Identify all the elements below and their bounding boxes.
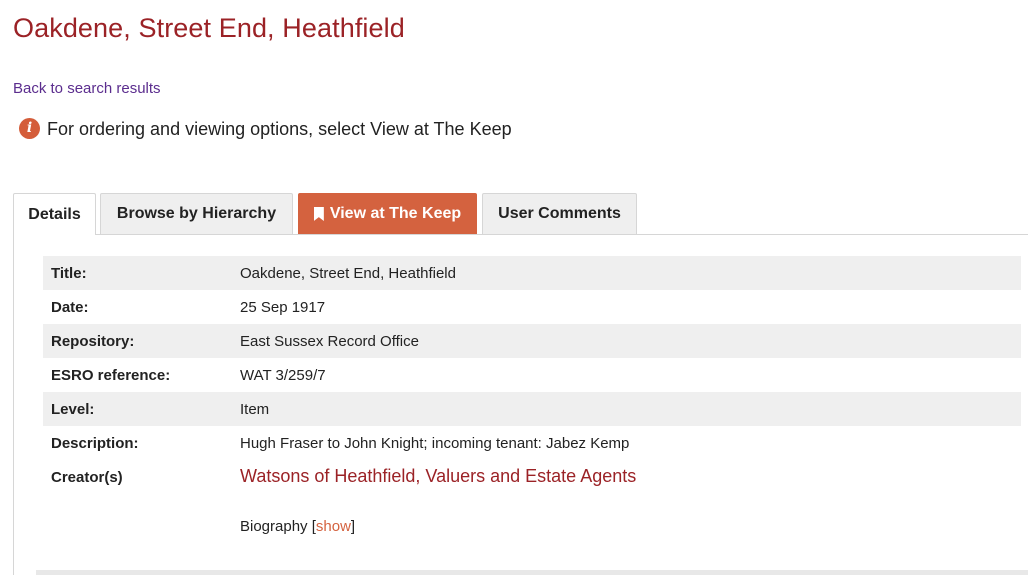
page-title: Oakdene, Street End, Heathfield xyxy=(13,13,405,43)
tab-view-at-the-keep[interactable]: View at The Keep xyxy=(298,193,477,234)
tab-divider xyxy=(96,234,1028,235)
detail-label: Title: xyxy=(51,264,87,282)
detail-row-creator: Creator(s) Watsons of Heathfield, Valuer… xyxy=(43,460,1021,535)
tab-browse-label: Browse by Hierarchy xyxy=(116,205,277,222)
detail-label: Date: xyxy=(51,298,89,316)
tab-user-comments[interactable]: User Comments xyxy=(482,193,637,234)
tab-details-label: Details xyxy=(28,205,81,223)
detail-value: East Sussex Record Office xyxy=(240,332,419,350)
info-icon: i xyxy=(19,117,40,139)
bracket-close: ] xyxy=(350,518,356,535)
details-table: Title: Oakdene, Street End, Heathfield D… xyxy=(43,256,1021,535)
biography-label: Biography xyxy=(240,518,308,535)
detail-value: Oakdene, Street End, Heathfield xyxy=(240,264,456,282)
detail-value: Item xyxy=(240,400,270,418)
detail-label: Level: xyxy=(51,400,95,418)
panel-border xyxy=(13,234,14,575)
bottom-bar xyxy=(36,570,1028,575)
detail-label: Description: xyxy=(51,434,139,452)
detail-row-description: Description: Hugh Fraser to John Knight;… xyxy=(43,426,1021,460)
detail-row-date: Date: 25 Sep 1917 xyxy=(43,290,1021,324)
detail-row-title: Title: Oakdene, Street End, Heathfield xyxy=(43,256,1021,290)
back-to-search-link[interactable]: Back to search results xyxy=(13,80,161,97)
info-notice: i For ordering and viewing options, sele… xyxy=(19,116,512,140)
detail-row-level: Level: Item xyxy=(43,392,1021,426)
biography: Biography [show] xyxy=(240,518,636,535)
creator-value: Watsons of Heathfield, Valuers and Estat… xyxy=(240,466,636,535)
detail-row-reference: ESRO reference: WAT 3/259/7 xyxy=(43,358,1021,392)
creator-label: Creator(s) xyxy=(51,469,123,486)
biography-show-link[interactable]: show xyxy=(316,518,351,535)
detail-value: WAT 3/259/7 xyxy=(240,366,326,384)
tab-details[interactable]: Details xyxy=(13,193,96,235)
detail-value: Hugh Fraser to John Knight; incoming ten… xyxy=(240,434,630,452)
detail-value: 25 Sep 1917 xyxy=(240,298,326,316)
detail-row-repository: Repository: East Sussex Record Office xyxy=(43,324,1021,358)
info-text: For ordering and viewing options, select… xyxy=(47,119,512,139)
tab-keep-label: View at The Keep xyxy=(329,205,462,222)
detail-label: Repository: xyxy=(51,332,135,350)
detail-label: ESRO reference: xyxy=(51,366,171,384)
creator-link[interactable]: Watsons of Heathfield, Valuers and Estat… xyxy=(240,466,636,486)
bookmark-icon xyxy=(313,207,324,221)
tab-browse-by-hierarchy[interactable]: Browse by Hierarchy xyxy=(100,193,293,234)
tab-comments-label: User Comments xyxy=(498,205,621,222)
